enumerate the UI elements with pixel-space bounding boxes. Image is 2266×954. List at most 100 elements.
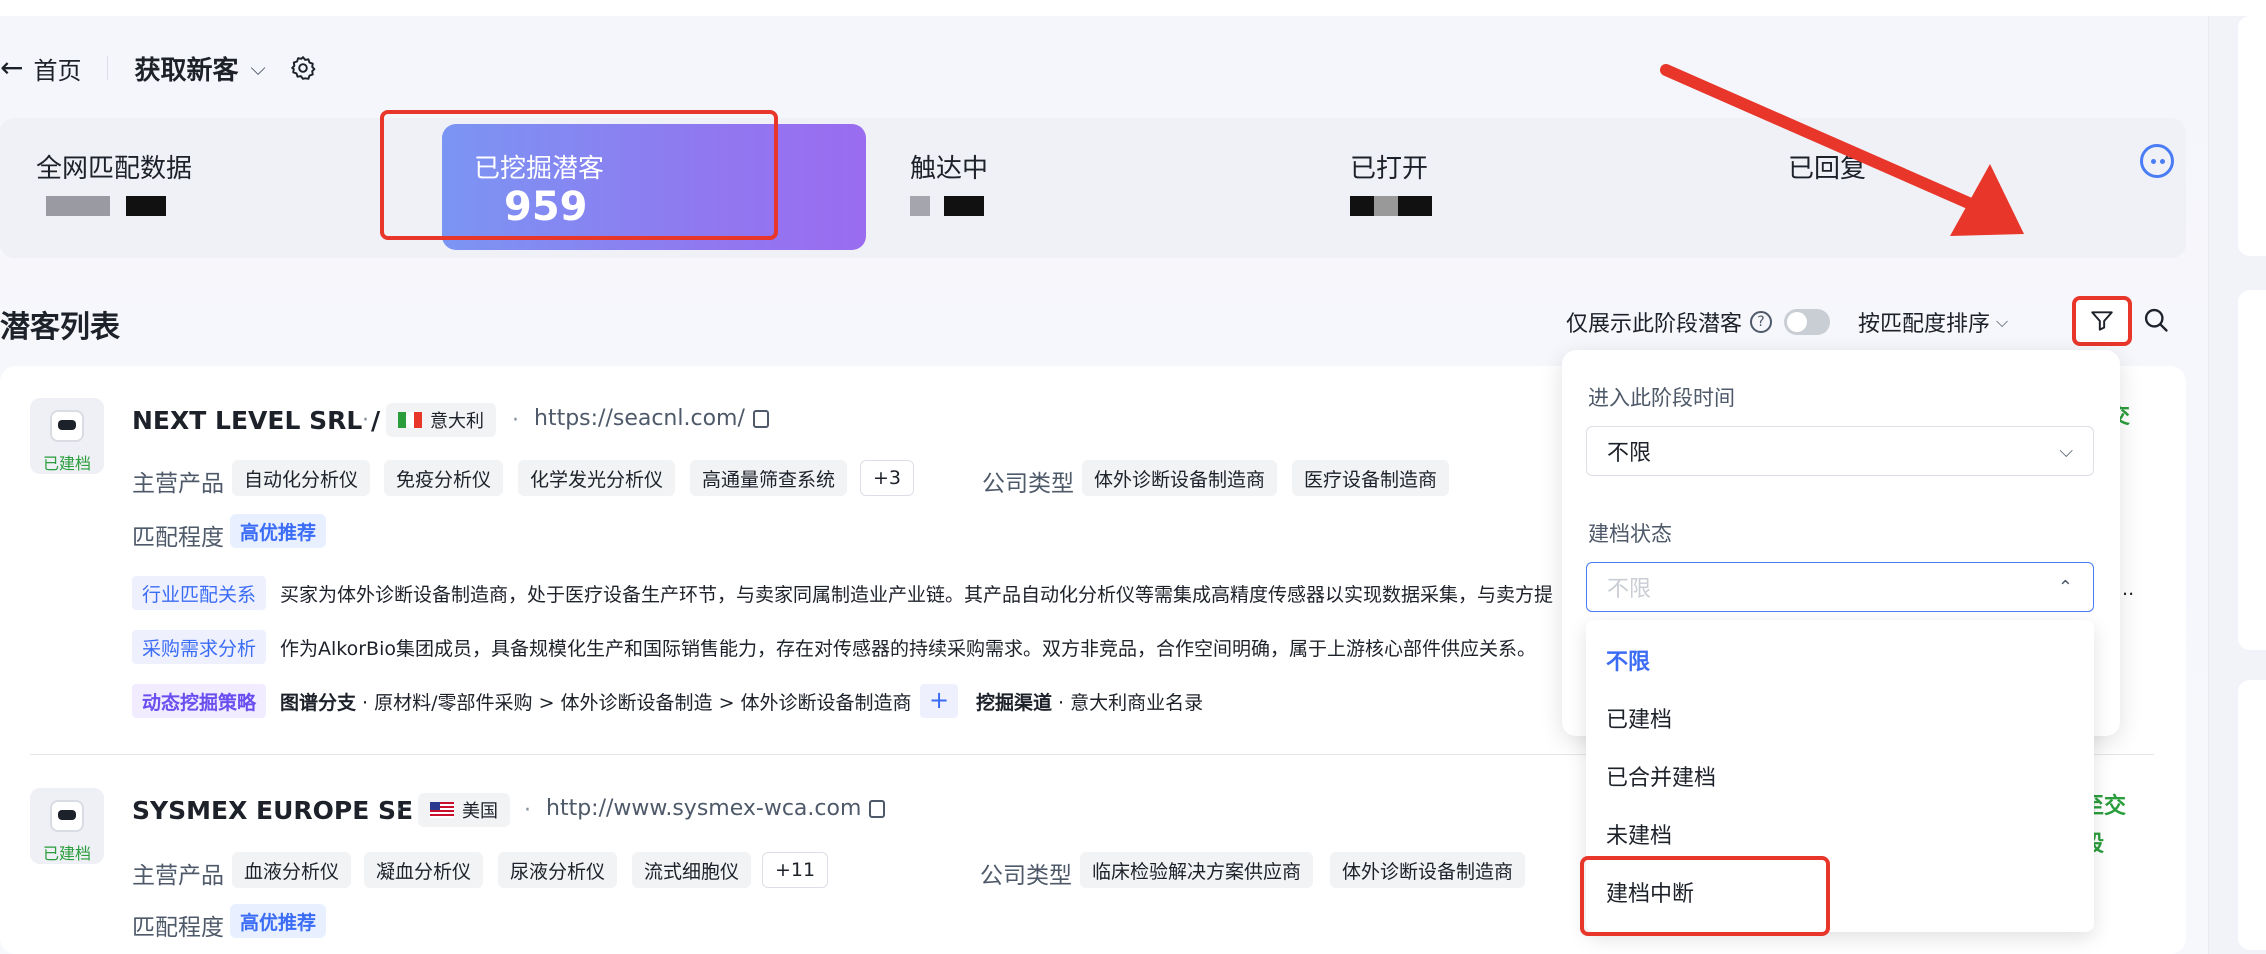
filed-tag: 已建档 <box>42 454 91 473</box>
robot-avatar-icon <box>50 410 84 442</box>
match-level-label: 匹配程度 <box>132 915 224 941</box>
enter-time-select[interactable]: 不限 ⌵ <box>1586 426 2094 476</box>
filter-button[interactable] <box>2072 296 2132 346</box>
chevron-down-icon: ⌵ <box>1996 312 2009 331</box>
header-divider <box>107 56 109 80</box>
country-badge: 美国 <box>418 793 510 827</box>
side-card <box>2238 290 2266 650</box>
company-name[interactable]: SYSMEX EUROPE SE <box>132 796 413 825</box>
chevron-down-icon[interactable]: ⌵ <box>250 56 265 80</box>
arrow-left-icon: ← <box>0 51 24 84</box>
company-url[interactable]: http://www.sysmex-wca.com <box>546 796 886 821</box>
stat-replied[interactable]: 已回复 <box>1788 118 2108 258</box>
company-type-chip: 体外诊断设备制造商 <box>1330 852 1526 888</box>
stat-label: 触达中 <box>910 154 989 184</box>
plus-button[interactable]: + <box>920 684 958 718</box>
gear-icon[interactable] <box>290 55 316 81</box>
robot-avatar-icon <box>50 800 84 832</box>
match-badge: 高优推荐 <box>230 904 327 938</box>
usa-flag-icon <box>430 802 454 818</box>
status-select[interactable]: 不限 ⌃ <box>1586 562 2094 612</box>
mining-channel-label: 挖掘渠道 <box>976 692 1053 714</box>
back-link[interactable]: ← 首页 <box>0 51 81 86</box>
product-chip: 免疫分析仪 <box>384 460 504 496</box>
chevron-down-icon: ⌵ <box>2059 441 2073 462</box>
help-icon[interactable]: ? <box>1750 311 1773 333</box>
company-type-chip: 临床检验解决方案供应商 <box>1080 852 1314 888</box>
product-chip: 凝血分析仪 <box>364 852 484 888</box>
option-not-filed[interactable]: 未建档 <box>1606 818 1672 850</box>
annotation-highlight-box <box>380 110 778 240</box>
avatar: 已建档 <box>30 398 104 474</box>
redacted-value <box>126 196 166 216</box>
graph-branch-label: 图谱分支 <box>280 692 357 714</box>
industry-match-tag: 行业匹配关系 <box>132 576 267 610</box>
separator-dot: · <box>396 798 403 823</box>
side-card <box>2238 680 2266 950</box>
stat-reaching[interactable]: 触达中 <box>910 118 1270 258</box>
top-strip <box>0 0 2200 16</box>
product-chip: 血液分析仪 <box>232 852 352 888</box>
product-chip: 自动化分析仪 <box>232 460 371 496</box>
graph-branch-text: · 原材料/零部件采购 > 体外诊断设备制造 > 体外诊断设备制造商 <box>356 692 912 714</box>
search-icon[interactable] <box>2142 306 2170 334</box>
option-unlimited[interactable]: 不限 <box>1606 644 1650 676</box>
dynamic-strategy-tag: 动态挖掘策略 <box>132 684 267 718</box>
app-window: ← 首页 获取新客 ⌵ 全网匹配数据 触达中 已打开 已回复 已挖掘潜客 959… <box>0 0 2266 954</box>
list-title: 潜客列表 <box>0 310 120 345</box>
stat-all-match[interactable]: 全网匹配数据 <box>36 118 396 258</box>
product-chip: 尿液分析仪 <box>498 852 618 888</box>
filed-tag: 已建档 <box>42 844 91 863</box>
redacted-value <box>944 196 984 216</box>
status-label: 建档状态 <box>1588 522 1672 546</box>
redacted-value <box>1350 196 1374 216</box>
robot-assistant-icon[interactable] <box>2140 144 2174 178</box>
flag-canton <box>430 802 440 810</box>
purchase-analysis-text: 作为AlkorBio集团成员，具备规模化生产和国际销售能力，存在对传感器的持续采… <box>280 638 1536 660</box>
copy-icon[interactable] <box>869 800 886 818</box>
match-level-label: 匹配程度 <box>132 525 224 551</box>
products-label: 主营产品 <box>132 863 224 889</box>
redacted-value <box>46 196 110 216</box>
stat-opened[interactable]: 已打开 <box>1350 118 1710 258</box>
only-stage-toggle[interactable] <box>1784 309 1831 335</box>
company-type-label: 公司类型 <box>982 471 1074 497</box>
side-card <box>2238 16 2266 256</box>
country-label: 美国 <box>462 801 498 822</box>
avatar: 已建档 <box>30 788 104 864</box>
redacted-value <box>1374 196 1398 216</box>
annotation-highlight-box <box>1580 856 1830 936</box>
company-name[interactable]: NEXT LEVEL SRL / <box>132 406 380 435</box>
more-products-chip[interactable]: +11 <box>762 852 829 888</box>
more-products-chip[interactable]: +3 <box>860 460 915 496</box>
redacted-value <box>910 196 930 216</box>
filter-icon <box>2091 311 2113 331</box>
sort-label: 按匹配度排序 <box>1858 312 1991 337</box>
sort-dropdown[interactable]: 按匹配度排序 ⌵ <box>1858 306 2008 338</box>
copy-icon[interactable] <box>752 410 769 428</box>
company-type-chip: 医疗设备制造商 <box>1292 460 1450 496</box>
redacted-value <box>1398 196 1432 216</box>
url-text: http://www.sysmex-wca.com <box>546 796 862 821</box>
enter-time-value: 不限 <box>1607 441 1652 466</box>
stat-label: 已打开 <box>1350 154 1429 184</box>
company-url[interactable]: https://seacnl.com/ <box>534 406 769 431</box>
product-chip: 高通量筛查系统 <box>690 460 848 496</box>
company-type-label: 公司类型 <box>980 863 1072 889</box>
graph-branch: 图谱分支 · 原材料/零部件采购 > 体外诊断设备制造 > 体外诊断设备制造商 <box>280 688 912 715</box>
stat-label: 全网匹配数据 <box>36 154 193 184</box>
option-merged-filed[interactable]: 已合并建档 <box>1606 760 1716 792</box>
only-stage-label: 仅展示此阶段潜客 <box>1566 312 1743 337</box>
page-title[interactable]: 获取新客 <box>134 50 238 87</box>
separator-dot: · <box>524 798 531 823</box>
option-filed[interactable]: 已建档 <box>1606 702 1672 734</box>
country-label: 意大利 <box>430 411 484 432</box>
product-chip: 化学发光分析仪 <box>518 460 676 496</box>
url-text: https://seacnl.com/ <box>534 406 745 431</box>
mining-channel: 挖掘渠道 · 意大利商业名录 <box>976 688 1203 715</box>
purchase-analysis-tag: 采购需求分析 <box>132 630 267 664</box>
page-header: ← 首页 获取新客 ⌵ <box>0 50 316 87</box>
stats-bar: 全网匹配数据 触达中 已打开 已回复 <box>0 118 2186 258</box>
mining-channel-text: · 意大利商业名录 <box>1052 692 1204 714</box>
back-label: 首页 <box>33 56 82 85</box>
